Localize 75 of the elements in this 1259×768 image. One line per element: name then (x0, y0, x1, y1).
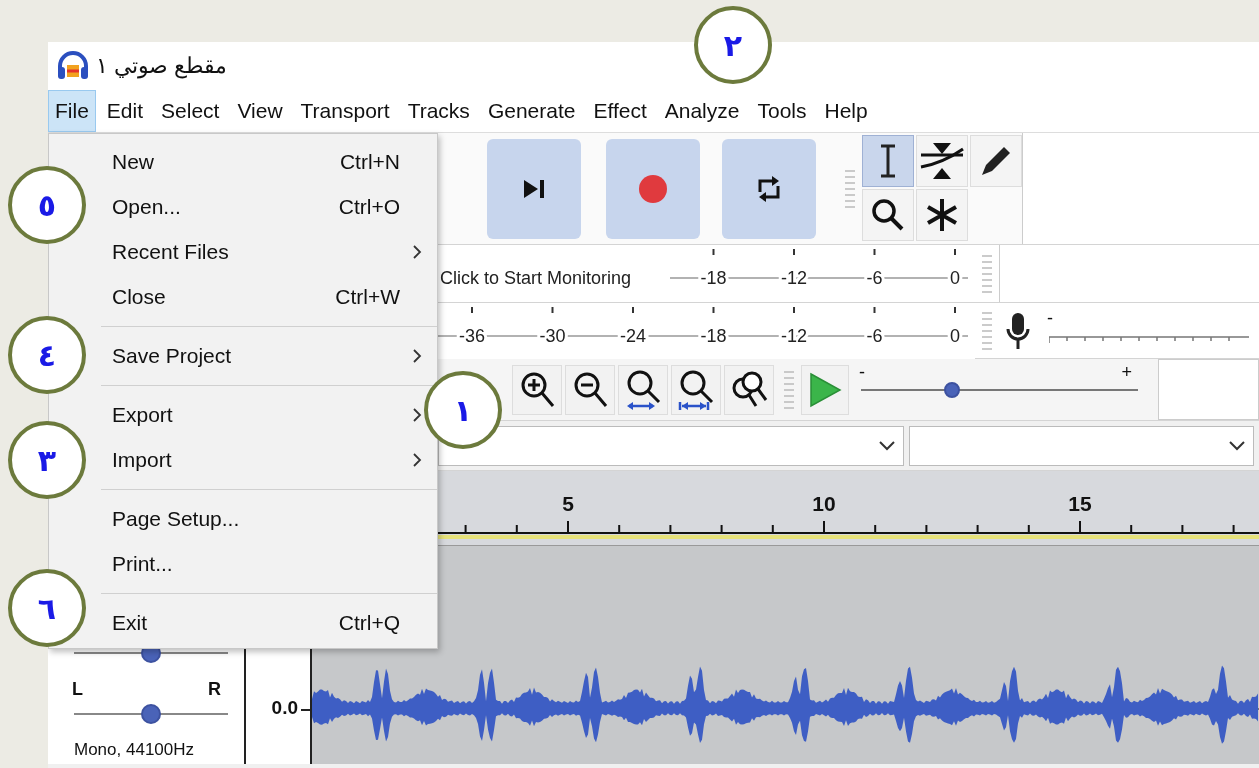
menu-item[interactable]: Help (817, 90, 875, 132)
record-icon (637, 173, 669, 205)
zoom-tool[interactable] (862, 189, 914, 241)
menu-item[interactable]: Analyze (657, 90, 747, 132)
menu-item[interactable]: View (230, 90, 290, 132)
envelope-icon (919, 141, 965, 181)
play-at-speed-button[interactable] (801, 364, 849, 415)
callout-badge: ٦ (8, 569, 86, 647)
play-icon (808, 371, 842, 408)
envelope-tool[interactable] (916, 135, 968, 187)
menu-item[interactable]: Import (89, 437, 422, 482)
microphone-icon (1005, 311, 1031, 350)
app-logo-icon (56, 51, 90, 81)
ruler-label: 15 (1068, 492, 1092, 515)
meter-scale-label: -18 (700, 326, 727, 346)
slider-min-label: - (859, 363, 865, 381)
callout-badge: ٣ (8, 421, 86, 499)
meter-scale-label: -24 (620, 326, 646, 346)
meter-scale-label: -36 (459, 326, 485, 346)
menu-item[interactable]: Tools (750, 90, 814, 132)
meter-scale-label: 0 (950, 268, 960, 288)
menu-item[interactable]: New Ctrl+N (89, 139, 422, 184)
slider-min-label: - (1047, 309, 1053, 327)
callout-badge: ٢ (694, 6, 772, 84)
record-button[interactable] (606, 139, 700, 239)
zoom-in-button[interactable] (512, 364, 562, 415)
chevron-down-icon (879, 440, 896, 451)
window-title: مقطع صوتي ١ (96, 53, 228, 79)
skip-to-end-button[interactable] (487, 139, 581, 239)
menu-item[interactable]: Tracks (400, 90, 477, 132)
track-info: Mono, 44100Hz (74, 741, 195, 759)
meter-scale-label: -6 (866, 326, 883, 346)
callout-badge: ٥ (8, 166, 86, 244)
zoom-out-button[interactable] (565, 364, 615, 415)
recording-meter[interactable]: Click to Start Monitoring -18 -12 -6 0 (438, 245, 975, 301)
meter-scale-label: -6 (866, 268, 883, 288)
meter-scale-label: -12 (781, 326, 807, 346)
fit-project-button[interactable] (671, 364, 721, 415)
chevron-down-icon (1229, 440, 1245, 451)
menu-item[interactable]: File (48, 90, 96, 132)
magnifier-icon (871, 198, 905, 232)
menu-item[interactable]: Print... (89, 541, 422, 586)
meter-scale-label: -18 (700, 268, 727, 288)
menu-item[interactable]: Generate (480, 90, 583, 132)
pan-right-label: R (208, 680, 221, 698)
menu-item[interactable]: Recent Files (89, 229, 422, 274)
draw-tool[interactable] (970, 135, 1022, 187)
amplitude-label: 0.0 (271, 699, 298, 717)
meter-scale-label: -12 (781, 268, 807, 288)
menu-item[interactable]: Open... Ctrl+O (89, 184, 422, 229)
zoom-toggle-button[interactable] (724, 364, 774, 415)
slider-max-label: + (1121, 363, 1132, 381)
loop-button[interactable] (722, 139, 816, 239)
asterisk-icon (924, 197, 960, 233)
menu-item[interactable]: Select (154, 90, 227, 132)
monitoring-hint: Click to Start Monitoring (440, 268, 632, 288)
meter-scale-label: -30 (539, 326, 566, 346)
menu-item[interactable]: Page Setup... (89, 496, 422, 541)
multi-tool[interactable] (916, 189, 968, 241)
pan-left-label: L (72, 680, 83, 698)
ruler-label: 5 (562, 492, 574, 515)
menu-item[interactable]: Close Ctrl+W (89, 274, 422, 319)
slider-thumb[interactable] (141, 704, 161, 724)
selection-tool[interactable] (862, 135, 914, 187)
callout-badge: ٤ (8, 316, 86, 394)
slider-thumb[interactable] (944, 382, 961, 398)
menu-item[interactable]: Transport (293, 90, 397, 132)
ruler-label: 10 (812, 492, 836, 515)
menu-item[interactable]: Effect (586, 90, 654, 132)
menu-item[interactable]: Save Project (89, 333, 422, 378)
menu-item[interactable]: Edit (99, 90, 151, 132)
meter-scale-label: 0 (950, 326, 960, 346)
fit-selection-button[interactable] (618, 364, 668, 415)
menu-item[interactable]: Export (89, 392, 422, 437)
menu-item[interactable]: Exit Ctrl+Q (89, 600, 422, 645)
